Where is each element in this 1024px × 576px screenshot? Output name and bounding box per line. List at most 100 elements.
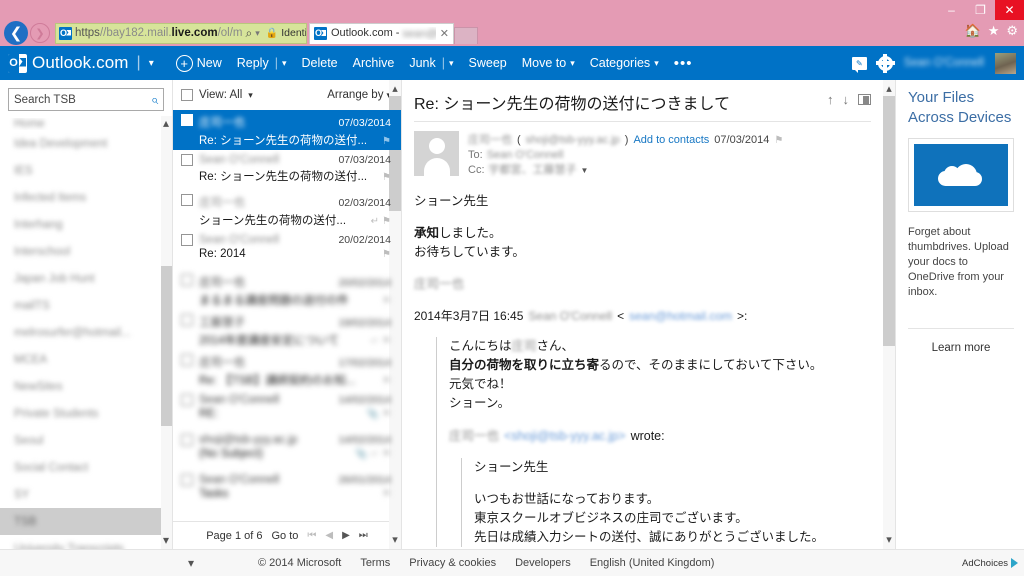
minimize-button[interactable]: – <box>937 0 966 20</box>
sidebar-item-16[interactable]: University Transcripts <box>0 535 172 550</box>
chevron-down-icon[interactable]: ▾ <box>654 58 659 69</box>
sidebar-item-8[interactable]: melrosurfer@hotmail... <box>0 319 172 346</box>
table-row[interactable]: Sean O'Connell 26/01/2014 Tasks ⚑ <box>173 470 401 510</box>
search-icon[interactable]: ⌕ <box>151 92 158 108</box>
chevron-down-icon[interactable]: ▾ <box>149 58 154 69</box>
last-page-icon[interactable]: ⏭ <box>359 530 368 541</box>
messenger-icon[interactable]: ✎ <box>851 56 867 73</box>
reply-button[interactable]: Reply | ▾ <box>237 56 287 70</box>
reading-pane-scrollbar[interactable]: ▴ ▾ <box>883 80 895 549</box>
move-to-button[interactable]: Move to ▾ <box>522 56 575 70</box>
restore-button[interactable]: ❐ <box>966 0 995 20</box>
footer-link-privacy[interactable]: Privacy & cookies <box>409 557 496 569</box>
message-checkbox[interactable] <box>181 314 193 326</box>
more-commands-button[interactable]: ••• <box>674 55 693 72</box>
sidebar-item-tsb[interactable]: TSB <box>0 508 172 535</box>
table-row[interactable]: 庄司一也 20/02/2014 まるまる講座問題の送付の件 ⚑ <box>173 270 401 310</box>
home-icon[interactable]: 🏠 <box>965 23 981 39</box>
message-checkbox[interactable] <box>181 394 193 406</box>
table-row[interactable]: 庄司一也 02/03/2014 ショーン先生の荷物の送付... ↵ ⚑ <box>173 190 401 230</box>
first-page-icon[interactable]: ⏮ <box>307 530 316 541</box>
goto-button[interactable]: Go to <box>271 530 298 542</box>
sidebar-item-10[interactable]: NewSites <box>0 373 172 400</box>
sidebar-item-0[interactable]: Home <box>0 118 172 130</box>
address-bar[interactable]: https//bay182.mail.live.com/ol/m ⌕ ▾ 🔒 I… <box>55 22 307 44</box>
table-row[interactable]: Sean O'Connell 07/03/2014 Re: ショーン先生の荷物の… <box>173 150 401 190</box>
message-checkbox[interactable] <box>181 274 193 286</box>
scrollbar-thumb[interactable] <box>883 96 895 346</box>
arrange-by-button[interactable]: Arrange by ▾ <box>327 89 391 101</box>
scroll-up-icon[interactable]: ▴ <box>161 116 171 130</box>
sidebar-item-14[interactable]: SY <box>0 481 172 508</box>
avatar[interactable] <box>995 52 1016 74</box>
add-to-contacts-link[interactable]: Add to contacts <box>633 133 709 148</box>
table-row[interactable]: Sean O'Connell 20/02/2014 Re: 2014 ⚑ <box>173 230 401 270</box>
flag-icon[interactable]: ⚑ <box>382 249 391 260</box>
message-checkbox[interactable] <box>181 114 193 126</box>
q1-wrote-email[interactable]: <shoji@tsb-yyy.ac.jp> <box>504 427 626 446</box>
chevron-down-icon[interactable]: ▾ <box>255 28 260 39</box>
star-icon[interactable]: ★ <box>988 23 1000 39</box>
table-row[interactable]: shoji@tsb-yyy.ac.jp 14/02/2014 (No Subje… <box>173 430 401 470</box>
flag-icon[interactable]: ⚑ <box>382 296 391 307</box>
adchoices[interactable]: AdChoices <box>962 558 1018 569</box>
footer-link-terms[interactable]: Terms <box>360 557 390 569</box>
table-row[interactable]: 庄司一也 07/03/2014 Re: ショーン先生の荷物の送付... ⚑ <box>173 110 401 150</box>
scroll-up-icon[interactable]: ▴ <box>883 82 895 95</box>
message-checkbox[interactable] <box>181 234 193 246</box>
sidebar-item-2[interactable]: IES <box>0 157 172 184</box>
flag-icon[interactable]: ⚑ <box>382 376 391 387</box>
new-tab-button[interactable] <box>454 26 478 44</box>
previous-page-icon[interactable]: ◀ <box>325 530 333 541</box>
view-filter-label[interactable]: View: All <box>199 89 242 101</box>
sidebar-item-13[interactable]: Social Contact <box>0 454 172 481</box>
scrollbar-thumb[interactable] <box>161 266 172 426</box>
flag-icon[interactable]: ⚑ <box>382 136 391 147</box>
settings-gear-icon[interactable] <box>875 53 895 73</box>
categories-button[interactable]: Categories ▾ <box>590 56 659 70</box>
learn-more-link[interactable]: Learn more <box>908 342 1014 354</box>
message-checkbox[interactable] <box>181 434 193 446</box>
scroll-up-icon[interactable]: ▴ <box>389 82 401 95</box>
archive-button[interactable]: Archive <box>353 56 395 70</box>
select-all-checkbox[interactable] <box>181 89 193 101</box>
next-page-icon[interactable]: ▶ <box>342 530 350 541</box>
flag-icon[interactable]: ⚑ <box>382 172 391 183</box>
browser-tab-outlook[interactable]: Outlook.com - sean@hotmail ✕ <box>309 22 454 44</box>
flag-icon[interactable]: ⚑ <box>382 409 391 420</box>
quote-header-email[interactable]: sean@hotmail.com <box>629 307 732 326</box>
search-icon[interactable]: ⌕ <box>246 26 253 41</box>
table-row[interactable]: 庄司一也 17/02/2014 Re: 【TSB】講師契約のお知... ⚑ <box>173 350 401 390</box>
sidebar-item-1[interactable]: Idea Development <box>0 130 172 157</box>
sidebar-item-5[interactable]: Interschool <box>0 238 172 265</box>
back-arrow-icon[interactable]: ❮ <box>4 21 28 45</box>
message-checkbox[interactable] <box>181 474 193 486</box>
scroll-down-icon[interactable]: ▾ <box>161 533 171 547</box>
message-checkbox[interactable] <box>181 194 193 206</box>
sweep-button[interactable]: Sweep <box>469 56 507 70</box>
footer-link-developers[interactable]: Developers <box>515 557 571 569</box>
sidebar-item-4[interactable]: Interhang <box>0 211 172 238</box>
flag-icon[interactable]: ⚑ <box>382 449 391 460</box>
sidebar-item-7[interactable]: mailTS <box>0 292 172 319</box>
flag-icon[interactable]: ⚑ <box>382 336 391 347</box>
close-icon[interactable]: ✕ <box>440 27 449 40</box>
message-checkbox[interactable] <box>181 354 193 366</box>
scroll-down-icon[interactable]: ▾ <box>188 556 194 570</box>
sidebar-item-9[interactable]: MCEA <box>0 346 172 373</box>
forward-arrow-icon[interactable]: ❯ <box>30 23 50 43</box>
scroll-down-icon[interactable]: ▾ <box>883 533 895 546</box>
sidebar-item-6[interactable]: Japan Job Hunt <box>0 265 172 292</box>
chevron-down-icon[interactable]: ▾ <box>248 90 253 101</box>
ad-image-card[interactable] <box>908 138 1014 212</box>
outlook-brand[interactable]: O Outlook.com | ▾ <box>8 53 154 73</box>
new-button[interactable]: + New <box>175 54 222 72</box>
search-input[interactable]: Search TSB ⌕ <box>8 88 164 111</box>
sidebar-item-11[interactable]: Private Students <box>0 400 172 427</box>
flag-icon[interactable]: ⚑ <box>382 216 391 227</box>
next-message-icon[interactable]: ↓ <box>843 92 850 107</box>
footer-link-language[interactable]: English (United Kingdom) <box>590 557 715 569</box>
scroll-down-icon[interactable]: ▾ <box>389 533 401 546</box>
chevron-down-icon[interactable]: ▾ <box>570 58 575 69</box>
message-checkbox[interactable] <box>181 154 193 166</box>
